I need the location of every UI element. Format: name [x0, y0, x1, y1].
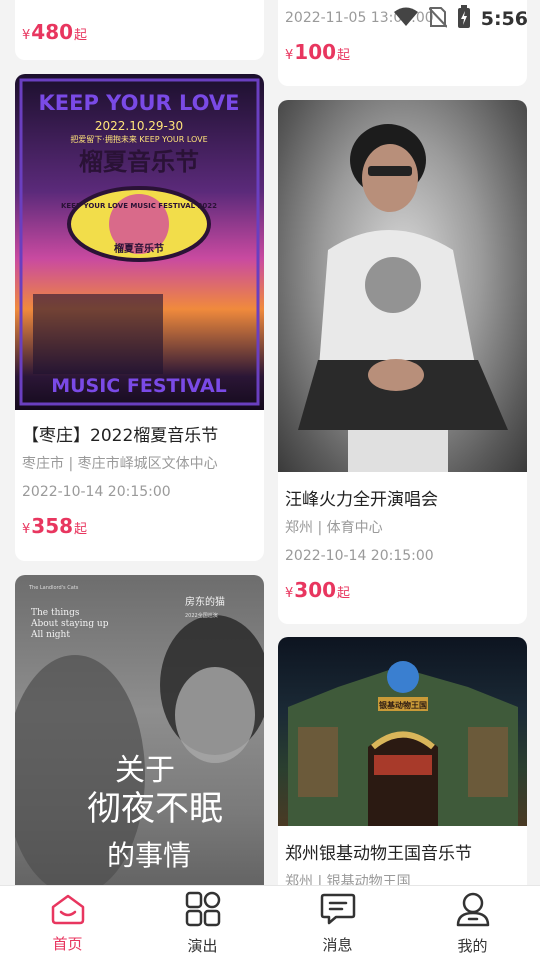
grid-icon — [185, 891, 221, 931]
poster-text: MUSIC FESTIVAL — [51, 375, 227, 397]
message-icon — [320, 892, 356, 930]
event-poster: 银基动物王国 — [278, 637, 527, 826]
event-datetime: 2022-10-14 20:15:00 — [22, 484, 171, 500]
poster-text: The Landlord's Cats — [28, 585, 79, 591]
event-datetime: 2022-10-14 20:15:00 — [285, 548, 434, 564]
tab-label: 消息 — [322, 935, 353, 954]
tab-profile[interactable]: 我的 — [405, 886, 540, 960]
tab-label: 演出 — [187, 936, 218, 955]
home-icon — [50, 893, 86, 929]
poster-text: 关于 — [115, 753, 175, 788]
poster-text: 榴夏音乐节 — [79, 148, 199, 176]
poster-text: 彻夜不眠 — [87, 789, 223, 829]
poster-text: 银基动物王国 — [378, 700, 427, 710]
event-title: 郑州银基动物王国音乐节 — [285, 844, 472, 864]
price: ¥358 起 — [22, 514, 88, 538]
sim-off-icon — [428, 6, 448, 32]
poster-text: 房东的猫 — [185, 595, 225, 608]
tab-shows[interactable]: 演出 — [135, 886, 270, 960]
tab-home[interactable]: 首页 — [0, 886, 135, 960]
event-venue: 郑州 | 体育中心 — [285, 520, 383, 536]
event-poster: The Landlord's Cats The things About sta… — [15, 575, 264, 915]
status-bar: 5:56 — [393, 4, 528, 34]
screen: 5:56 ¥480 起 KEEP YOUR LOVE 2022.10.29-30 … — [0, 0, 540, 960]
price: ¥300 起 — [285, 578, 351, 602]
event-title: 汪峰火力全开演唱会 — [285, 490, 438, 510]
event-poster: KEEP YOUR LOVE 2022.10.29-30 把爱留下·拥抱未来 K… — [15, 74, 264, 410]
event-venue: 枣庄市 | 枣庄市峄城区文体中心 — [22, 456, 218, 472]
poster-text: 2022全国巡演 — [185, 612, 218, 619]
status-time: 5:56 — [480, 8, 528, 30]
poster-text: About staying up — [30, 619, 109, 629]
poster-text: All night — [30, 630, 70, 640]
tab-messages[interactable]: 消息 — [270, 886, 405, 960]
bottom-tab-bar: 首页 演出 消息 我的 — [0, 885, 540, 960]
event-card[interactable]: 银基动物王国 郑州银基动物王国音乐节 郑州 | 银基动物王国 — [278, 637, 527, 917]
price: ¥480 起 — [22, 20, 88, 44]
user-icon — [455, 891, 491, 931]
event-card[interactable]: KEEP YOUR LOVE 2022.10.29-30 把爱留下·拥抱未来 K… — [15, 74, 264, 561]
event-card[interactable]: 汪峰火力全开演唱会 郑州 | 体育中心 2022-10-14 20:15:00 … — [278, 100, 527, 624]
poster-text: KEEP YOUR LOVE — [38, 91, 239, 115]
poster-text: 2022.10.29-30 — [95, 119, 183, 133]
event-title: 【枣庄】2022榴夏音乐节 — [22, 426, 219, 446]
poster-text: The things — [31, 608, 80, 618]
tab-label: 我的 — [457, 936, 488, 955]
event-card[interactable]: The Landlord's Cats The things About sta… — [15, 575, 264, 915]
wifi-icon — [393, 7, 419, 31]
poster-text: KEEP YOUR LOVE MUSIC FESTIVAL 2022 — [61, 202, 217, 210]
poster-text: 的事情 — [107, 839, 191, 872]
poster-text: 榴夏音乐节 — [114, 242, 164, 255]
event-poster — [278, 100, 527, 472]
price: ¥100 起 — [285, 40, 351, 64]
event-card[interactable]: ¥480 起 — [15, 0, 264, 60]
tab-label: 首页 — [52, 934, 83, 953]
battery-charging-icon — [457, 5, 471, 33]
poster-text: 把爱留下·拥抱未来 KEEP YOUR LOVE — [70, 134, 207, 144]
